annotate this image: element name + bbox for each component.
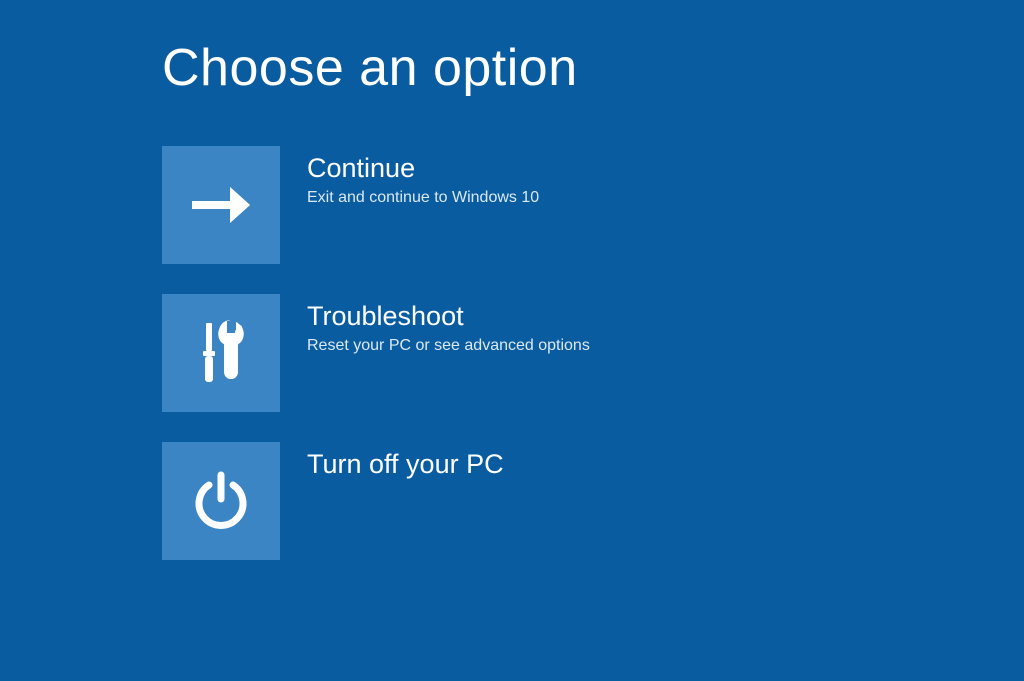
option-description: Exit and continue to Windows 10	[307, 189, 539, 207]
tools-icon	[190, 317, 252, 389]
power-tile	[162, 442, 280, 560]
option-title: Turn off your PC	[307, 450, 504, 480]
option-continue[interactable]: Continue Exit and continue to Windows 10	[162, 146, 1024, 264]
option-text: Continue Exit and continue to Windows 10	[307, 146, 539, 207]
page-title: Choose an option	[162, 38, 1024, 98]
option-description: Reset your PC or see advanced options	[307, 337, 590, 355]
continue-tile	[162, 146, 280, 264]
troubleshoot-tile	[162, 294, 280, 412]
option-title: Troubleshoot	[307, 302, 590, 332]
recovery-options-screen: Choose an option Continue Exit and co	[0, 0, 1024, 560]
option-text: Turn off your PC	[307, 442, 504, 485]
option-text: Troubleshoot Reset your PC or see advanc…	[307, 294, 590, 355]
power-icon	[189, 469, 253, 533]
option-title: Continue	[307, 154, 539, 184]
arrow-right-icon	[186, 185, 256, 225]
option-turn-off[interactable]: Turn off your PC	[162, 442, 1024, 560]
option-troubleshoot[interactable]: Troubleshoot Reset your PC or see advanc…	[162, 294, 1024, 412]
options-list: Continue Exit and continue to Windows 10	[162, 146, 1024, 560]
